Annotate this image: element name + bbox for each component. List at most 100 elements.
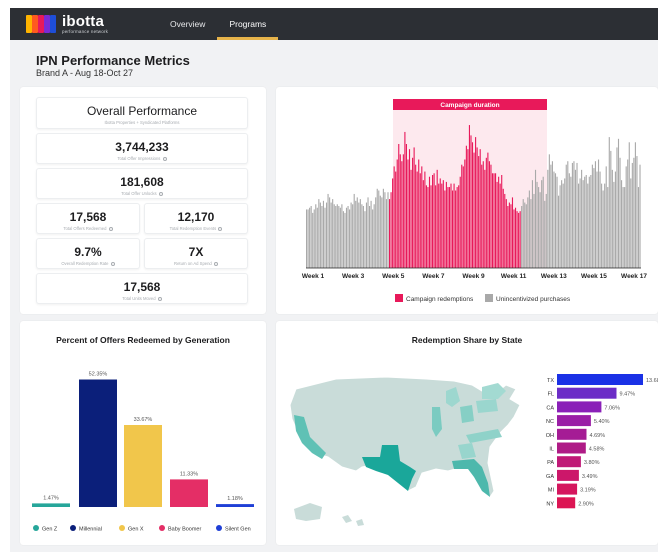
weekly-bar [579, 178, 581, 268]
weekly-bar [528, 190, 530, 268]
weekly-bar [608, 137, 610, 268]
state-bar [557, 387, 617, 399]
weekly-bar [309, 207, 311, 268]
weekly-bar [619, 157, 621, 268]
weekly-bar [533, 193, 535, 268]
weekly-bar [402, 154, 404, 268]
weekly-bar [485, 157, 487, 268]
weekly-bar [315, 204, 317, 268]
weekly-bar [493, 173, 495, 268]
x-tick-label: Week 17 [621, 273, 647, 280]
weekly-bar [385, 199, 388, 268]
weekly-bar [508, 202, 510, 268]
weekly-bar [441, 183, 443, 268]
state-value-label: 4.58% [589, 447, 605, 453]
state-bar [557, 401, 602, 413]
generation-bar [216, 504, 254, 507]
weekly-bar [413, 147, 415, 268]
weekly-bar [617, 138, 620, 268]
weekly-bar [570, 176, 572, 268]
weekly-bar [573, 161, 575, 268]
weekly-bar [574, 169, 577, 268]
weekly-bar [365, 202, 368, 268]
page-content: IPN Performance Metrics Brand A - Aug 18… [10, 40, 658, 552]
weekly-bar [455, 190, 457, 268]
nav-tab-programs[interactable]: Programs [217, 8, 279, 40]
state-value-label: 3.80% [584, 460, 600, 466]
legend-swatch-campaign [395, 294, 403, 302]
info-icon[interactable] [157, 296, 162, 301]
weekly-bar [531, 180, 533, 268]
redeemed-value: 17,568 [69, 210, 107, 224]
weekly-bar [356, 197, 358, 268]
weekly-bar [581, 169, 583, 268]
impressions-value: 3,744,233 [115, 140, 169, 154]
weekly-bar [442, 180, 444, 268]
weekly-bar [345, 207, 348, 268]
roas-tile: 7X Return on Ad Spend [144, 238, 248, 269]
x-tick-label: Week 15 [581, 273, 607, 280]
weekly-bar [324, 207, 326, 268]
generation-bar [79, 379, 117, 507]
redeemed-tile: 17,568 Total Offers Redeemed [36, 203, 140, 234]
weekly-bar [601, 183, 603, 268]
weekly-bar [490, 164, 492, 268]
weekly-bar [621, 180, 623, 268]
weekly-bar [410, 169, 412, 268]
weekly-bar [511, 197, 514, 268]
info-icon[interactable] [158, 191, 163, 196]
weekly-bar [634, 142, 636, 268]
weekly-bar [597, 159, 600, 268]
weekly-bar [447, 187, 449, 268]
weekly-bar [628, 142, 630, 268]
weekly-bar [310, 206, 312, 268]
info-icon[interactable] [213, 261, 218, 266]
info-icon[interactable] [162, 156, 167, 161]
weekly-bar [376, 188, 378, 268]
brand-logo[interactable]: ibotta performance network [26, 14, 136, 35]
weekly-bar [312, 212, 314, 268]
units-label: Total Units Moved [122, 296, 156, 301]
weekly-bar [602, 190, 604, 268]
weekly-bar [432, 175, 434, 268]
info-icon[interactable] [110, 261, 115, 266]
weekly-bar [502, 188, 504, 268]
weekly-bar [565, 164, 567, 268]
state-label: CA [546, 405, 554, 411]
weekly-bar [544, 200, 546, 268]
state-label: TX [547, 378, 554, 384]
weekly-bar [567, 161, 569, 268]
weekly-bar [607, 187, 609, 268]
weekly-bar [430, 185, 432, 268]
weekly-bar [491, 173, 494, 268]
generation-bar [124, 425, 162, 507]
weekly-bar [341, 204, 343, 268]
weekly-bar [369, 206, 371, 268]
state-hawaii [342, 515, 364, 526]
state-bar [557, 483, 578, 495]
weekly-bar [422, 180, 424, 268]
weekly-bar [536, 181, 538, 268]
info-icon[interactable] [218, 226, 223, 231]
unlocks-label: Total Offer Unlocks [121, 191, 157, 196]
weekly-bar [362, 206, 364, 268]
weekly-bar [428, 176, 431, 268]
weekly-bar [562, 183, 564, 268]
weekly-bar [392, 178, 394, 268]
weekly-bar [625, 166, 627, 268]
state-alaska [294, 503, 322, 521]
nav-tab-overview[interactable]: Overview [158, 8, 217, 40]
x-tick-label: Week 13 [541, 273, 567, 280]
legend-dot [70, 525, 76, 531]
weekly-bar [330, 202, 332, 268]
brand-tagline: performance network [62, 28, 109, 34]
weekly-bar [378, 190, 380, 268]
state-value-label: 9.47% [620, 392, 636, 398]
weekly-bar [379, 195, 381, 268]
weekly-bar [514, 207, 517, 268]
events-value: 12,170 [177, 210, 215, 224]
weekly-bar [306, 209, 308, 268]
info-icon[interactable] [108, 226, 113, 231]
weekly-bar [350, 202, 352, 268]
weekly-bar [370, 200, 372, 268]
